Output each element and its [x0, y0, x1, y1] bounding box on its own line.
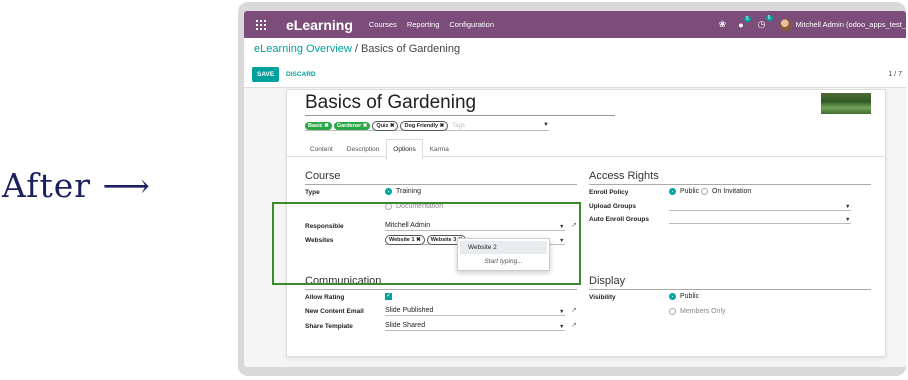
- tab-content[interactable]: Content: [303, 139, 340, 160]
- section-access-rights-title: Access Rights: [589, 170, 659, 182]
- breadcrumb: eLearning Overview / Basics of Gardening: [254, 43, 460, 55]
- menu-courses[interactable]: Courses: [369, 20, 397, 29]
- section-course-title: Course: [305, 170, 341, 182]
- breadcrumb-separator: /: [354, 43, 358, 55]
- external-link-icon[interactable]: ↗: [571, 306, 577, 314]
- auto-enroll-groups-label: Auto Enroll Groups: [589, 216, 649, 223]
- breadcrumb-current: Basics of Gardening: [361, 43, 461, 55]
- visibility-option-members[interactable]: Members Only: [669, 308, 726, 315]
- visibility-option-public[interactable]: Public: [669, 293, 699, 300]
- menu-configuration[interactable]: Configuration: [449, 20, 494, 29]
- type-option-training-label: Training: [396, 188, 422, 195]
- visibility-option-public-label: Public: [680, 293, 700, 300]
- chevron-down-icon[interactable]: ▼: [559, 309, 564, 315]
- tag-basic[interactable]: Basic ✖: [305, 121, 332, 130]
- notebook-tabs: Content Description Options Karma: [303, 139, 456, 160]
- section-display-title: Display: [589, 275, 626, 287]
- menu-reporting[interactable]: Reporting: [407, 20, 440, 29]
- auto-enroll-groups-field[interactable]: [669, 214, 851, 224]
- breadcrumb-parent[interactable]: eLearning Overview: [254, 43, 352, 55]
- app-grid-icon[interactable]: [256, 19, 266, 30]
- top-navbar: eLearning Courses Reporting Configuratio…: [244, 11, 906, 38]
- tab-options[interactable]: Options: [386, 139, 423, 160]
- course-title-field[interactable]: Basics of Gardening: [305, 92, 615, 116]
- chevron-down-icon[interactable]: ▼: [845, 204, 850, 210]
- allow-rating-checkbox[interactable]: ✓: [385, 293, 392, 300]
- control-panel: eLearning Overview / Basics of Gardening…: [244, 38, 906, 88]
- type-label: Type: [305, 189, 320, 196]
- enroll-option-public-label: Public: [680, 188, 700, 195]
- section-divider: [305, 289, 577, 290]
- enroll-option-invitation-label: On Invitation: [712, 188, 752, 195]
- user-menu[interactable]: Mitchell Admin (odoo_apps_test_: [796, 20, 906, 29]
- upload-groups-field[interactable]: [669, 201, 851, 211]
- enroll-option-public[interactable]: Public: [669, 188, 699, 195]
- tab-karma[interactable]: Karma: [423, 139, 456, 160]
- pager-value[interactable]: 1 / 7: [888, 71, 902, 78]
- discard-button[interactable]: DISCARD: [286, 71, 316, 78]
- radio-selected-icon[interactable]: [385, 188, 392, 195]
- section-divider: [305, 184, 577, 185]
- upload-groups-label: Upload Groups: [589, 203, 636, 210]
- enroll-option-invitation[interactable]: On Invitation: [701, 188, 751, 195]
- allow-rating-label: Allow Rating: [305, 294, 345, 301]
- external-link-icon[interactable]: ↗: [571, 321, 577, 329]
- chevron-down-icon[interactable]: ▼: [845, 217, 850, 223]
- radio-unselected-icon[interactable]: [701, 188, 708, 195]
- messages-icon[interactable]: ● 5: [738, 15, 751, 30]
- activities-count: 5: [765, 15, 773, 21]
- section-divider: [589, 289, 871, 290]
- visibility-option-members-label: Members Only: [680, 308, 726, 315]
- activities-clock-icon[interactable]: ◷ 5: [758, 15, 773, 30]
- share-template-label: Share Template: [305, 323, 353, 330]
- app-name[interactable]: eLearning: [286, 17, 353, 33]
- chevron-down-icon[interactable]: ▼: [543, 122, 549, 128]
- after-label: After ⟶: [2, 166, 151, 205]
- tags-placeholder: Tags: [452, 122, 465, 129]
- highlight-box: [272, 202, 581, 285]
- save-button[interactable]: SAVE: [252, 67, 280, 82]
- messages-count: 5: [743, 15, 751, 22]
- avatar[interactable]: [779, 18, 792, 31]
- enroll-policy-label: Enroll Policy: [589, 189, 629, 196]
- tag-quiz[interactable]: Quiz ✖: [372, 120, 399, 131]
- main-menu: Courses Reporting Configuration: [369, 20, 504, 29]
- tags-field[interactable]: Basic ✖ Gardener ✖ Quiz ✖ Dog Friendly ✖…: [305, 120, 549, 131]
- share-template-value[interactable]: Slide Shared: [385, 322, 425, 329]
- debug-bug-icon[interactable]: ❀: [719, 19, 727, 30]
- app-screen: eLearning Courses Reporting Configuratio…: [244, 11, 906, 367]
- course-image[interactable]: [821, 93, 871, 114]
- screenshot-frame: eLearning Courses Reporting Configuratio…: [238, 2, 906, 376]
- section-divider: [589, 184, 871, 185]
- chevron-down-icon[interactable]: ▼: [559, 324, 564, 330]
- tag-dog-friendly[interactable]: Dog Friendly ✖: [400, 120, 449, 131]
- radio-selected-icon[interactable]: [669, 293, 676, 300]
- visibility-label: Visibility: [589, 294, 616, 301]
- radio-selected-icon[interactable]: [669, 188, 676, 195]
- radio-unselected-icon[interactable]: [669, 308, 676, 315]
- new-content-email-value[interactable]: Slide Published: [385, 307, 433, 314]
- type-option-training[interactable]: Training: [385, 188, 421, 195]
- systray: ❀ ● 5 ◷ 5 Mitchell Admin (odoo_apps_test_: [719, 11, 906, 38]
- tab-description[interactable]: Description: [340, 139, 387, 160]
- new-content-email-label: New Content Email: [305, 308, 364, 315]
- tag-gardener[interactable]: Gardener ✖: [333, 121, 371, 130]
